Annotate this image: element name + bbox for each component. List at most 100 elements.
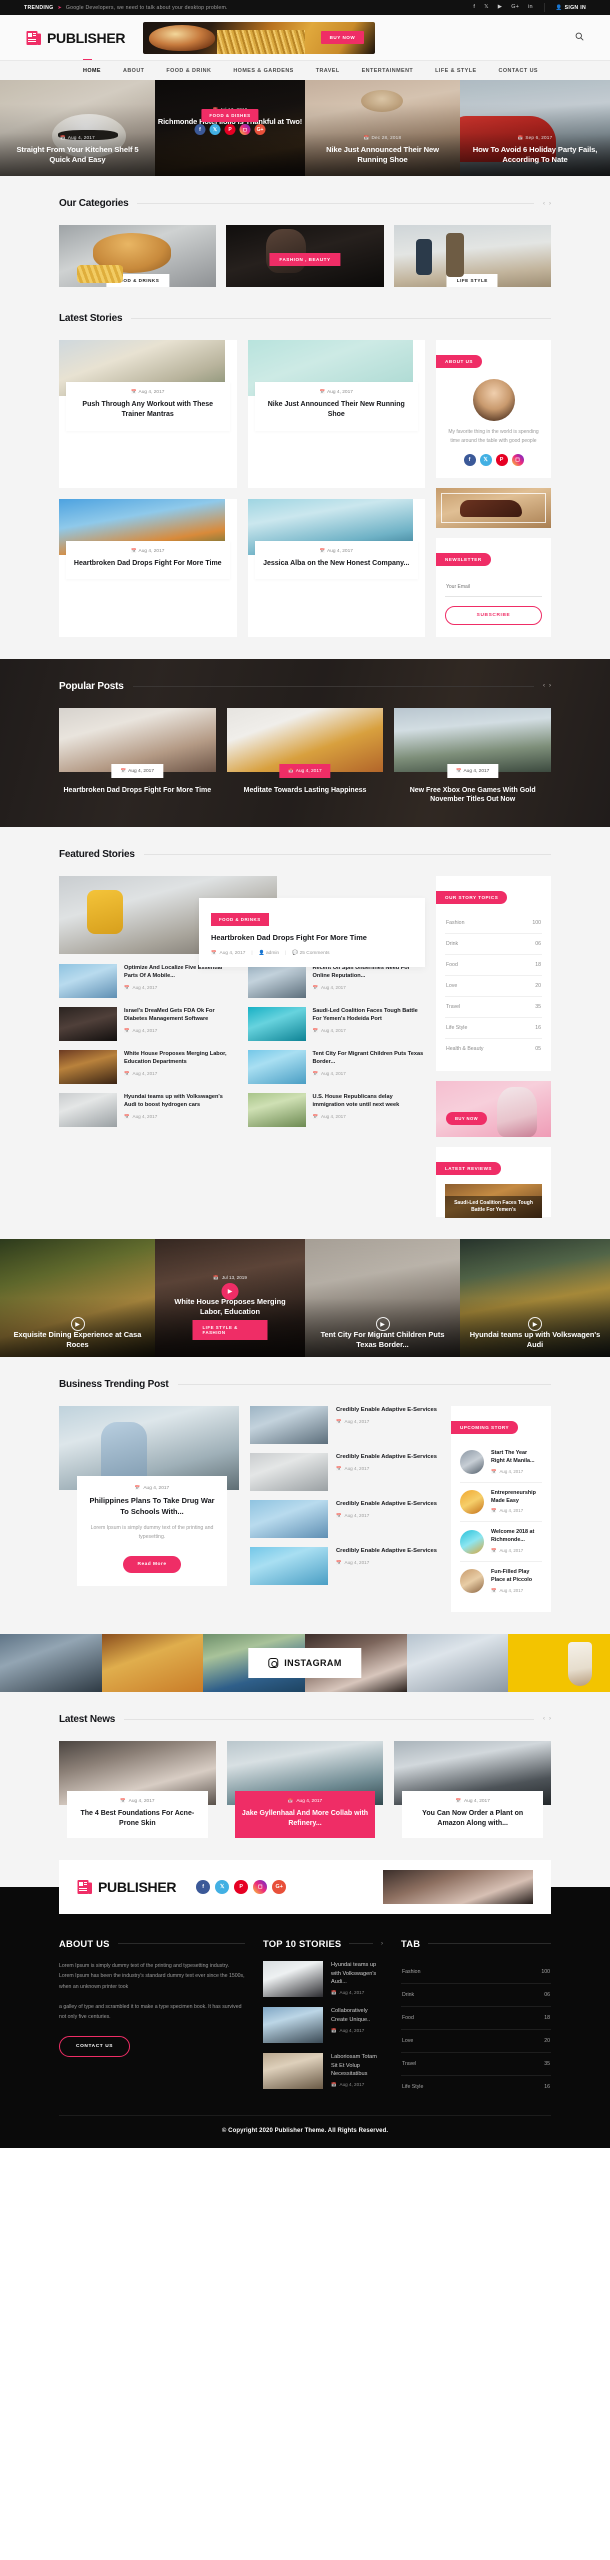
- story-card[interactable]: 📅 Aug 4, 2017 Push Through Any Workout wi…: [59, 340, 237, 488]
- hero-slide-3[interactable]: 📅 Dec 28, 2018 Nike Just Announced Their …: [305, 80, 460, 176]
- site-logo[interactable]: PUBLISHER: [26, 29, 126, 47]
- nav-item-about[interactable]: ABOUT: [112, 68, 155, 74]
- play-icon[interactable]: ▶: [375, 1317, 390, 1332]
- featured-item[interactable]: Israel's DreaMed Gets FDA Ok For Diabete…: [59, 1007, 237, 1042]
- topic-row[interactable]: Drink 06: [445, 934, 542, 956]
- featured-hero[interactable]: FOOD & DRINKS Heartbroken Dad Drops Figh…: [59, 876, 425, 968]
- buy-now-button[interactable]: BUY NOW: [320, 30, 365, 44]
- prev-arrow-icon[interactable]: ‹: [543, 1716, 545, 1722]
- category-card[interactable]: FASHION , BEAUTY: [226, 225, 384, 287]
- featured-item[interactable]: U.S. House Republicans delay immigration…: [247, 1093, 426, 1128]
- twitter-icon[interactable]: 𝕏: [479, 453, 492, 466]
- nav-item-homes-gardens[interactable]: HOMES & GARDENS: [222, 68, 304, 74]
- featured-item[interactable]: Recent Oil Spill Underlines Need For Onl…: [247, 964, 426, 999]
- upcoming-item[interactable]: Fun-Filled Play Place at Piccolo 📅 Aug 4,…: [460, 1562, 542, 1601]
- instagram-photo[interactable]: [0, 1633, 102, 1692]
- topic-row[interactable]: Health & Beauty 05: [445, 1039, 542, 1059]
- video-category-badge[interactable]: LIFE STYLE & FASHION: [192, 1320, 268, 1341]
- instagram-photo[interactable]: [101, 1633, 204, 1692]
- tab-row[interactable]: Love 20: [401, 2030, 551, 2054]
- tab-row[interactable]: Travel 35: [401, 2053, 551, 2077]
- topic-row[interactable]: Travel 35: [445, 997, 542, 1019]
- category-card[interactable]: FOOD & DRINKS: [59, 225, 217, 287]
- topic-row[interactable]: Food 18: [445, 955, 542, 977]
- featured-item[interactable]: Optimize And Localize Five Essential Par…: [59, 964, 237, 999]
- upcoming-item[interactable]: Start The Year Right At Manila... 📅 Aug 4…: [460, 1443, 542, 1483]
- video-card-3[interactable]: ▶ Tent City For Migrant Children Puts Te…: [305, 1239, 460, 1358]
- business-list-item[interactable]: Credibly Enable Adaptive E-Services 📅 Aug…: [250, 1547, 440, 1586]
- sidebar-ad-fashion[interactable]: BUY NOW: [436, 1081, 551, 1138]
- tab-row[interactable]: Food 18: [401, 2007, 551, 2031]
- youtube-icon[interactable]: ▶: [498, 4, 502, 11]
- tab-row[interactable]: Fashion 100: [401, 1961, 551, 1985]
- nav-item-travel[interactable]: TRAVEL: [305, 68, 351, 74]
- topic-row[interactable]: Life Style 16: [445, 1018, 542, 1040]
- newsletter-email-input[interactable]: [445, 579, 542, 597]
- facebook-icon[interactable]: f: [473, 4, 475, 11]
- twitter-icon[interactable]: 𝕏: [484, 4, 489, 11]
- story-card[interactable]: 📅 Aug 4, 2017 Nike Just Announced Their N…: [247, 340, 425, 488]
- hero-slide-1[interactable]: 📅 Aug 4, 2017 Straight From Your Kitchen …: [0, 80, 155, 176]
- buy-now-button[interactable]: BUY NOW: [446, 1112, 487, 1126]
- business-list-item[interactable]: Credibly Enable Adaptive E-Services 📅 Aug…: [250, 1500, 440, 1539]
- nav-item-life-style[interactable]: LIFE & STYLE: [424, 68, 487, 74]
- tab-row[interactable]: Drink 06: [401, 1984, 551, 2008]
- sign-in-button[interactable]: 👤 SIGN IN: [556, 5, 586, 11]
- footer-story-item[interactable]: Hyundai teams up with Volkswagen's Audi.…: [263, 1961, 383, 1998]
- promo-image[interactable]: [383, 1870, 533, 1905]
- news-card[interactable]: 📅 Aug 4, 2017 You Can Now Order a Plant …: [394, 1740, 552, 1839]
- play-icon[interactable]: ▶: [70, 1317, 85, 1332]
- tab-row[interactable]: Life Style 16: [401, 2076, 551, 2098]
- footer-story-item[interactable]: Laboriosam Totam Sit Et Volup Necessitat…: [263, 2053, 383, 2090]
- twitter-icon[interactable]: 𝕏: [215, 1880, 230, 1895]
- news-card[interactable]: 📅 Aug 4, 2017 Jake Gyllenhaal And More C…: [226, 1740, 384, 1839]
- category-badge[interactable]: FOOD & DRINKS: [211, 913, 269, 927]
- video-card-1[interactable]: ▶ Exquisite Dining Experience at Casa Ro…: [0, 1239, 155, 1358]
- search-icon[interactable]: [575, 32, 584, 43]
- footer-logo[interactable]: PUBLISHER: [77, 1878, 177, 1896]
- facebook-icon[interactable]: f: [196, 1880, 211, 1895]
- story-card[interactable]: 📅 Aug 4, 2017 Heartbroken Dad Drops Fight…: [59, 498, 237, 637]
- instagram-icon[interactable]: ◻: [253, 1880, 268, 1895]
- pinterest-icon[interactable]: P: [234, 1880, 249, 1895]
- hero-slide-2[interactable]: 📅Jul 13, 2019 Richmonde Hotel Iloilo is …: [155, 80, 305, 176]
- category-card[interactable]: LIFE STYLE: [393, 225, 551, 287]
- featured-item[interactable]: Hyundai teams up with Volkswagen's Audi …: [59, 1093, 237, 1128]
- upcoming-item[interactable]: Welcome 2018 at Richmonde... 📅 Aug 4, 201…: [460, 1522, 542, 1563]
- nav-item-food-drink[interactable]: FOOD & DRINK: [155, 68, 222, 74]
- featured-item[interactable]: Saudi-Led Coalition Faces Tough Battle F…: [247, 1007, 426, 1042]
- footer-story-item[interactable]: Collaboratively Create Unique.. 📅 Aug 4, …: [263, 2007, 383, 2044]
- business-list-item[interactable]: Credibly Enable Adaptive E-Services 📅 Aug…: [250, 1453, 440, 1492]
- sidebar-ad[interactable]: [436, 487, 551, 528]
- pinterest-icon[interactable]: P: [224, 124, 236, 135]
- twitter-icon[interactable]: 𝕏: [209, 124, 221, 135]
- pinterest-icon[interactable]: P: [495, 453, 508, 466]
- popular-card[interactable]: 📅 Aug 4, 2017 Heartbroken Dad Drops Fight…: [59, 707, 216, 806]
- featured-item[interactable]: Tent City For Migrant Children Puts Texa…: [247, 1050, 426, 1085]
- next-arrow-icon[interactable]: ›: [549, 1716, 551, 1722]
- prev-arrow-icon[interactable]: ‹: [543, 683, 545, 689]
- next-arrow-icon[interactable]: ›: [381, 1941, 383, 1947]
- hero-category-badge[interactable]: FOOD & DISHES: [201, 109, 259, 122]
- nav-item-home[interactable]: HOME: [72, 58, 112, 74]
- next-arrow-icon[interactable]: ›: [549, 683, 551, 689]
- facebook-icon[interactable]: f: [463, 453, 476, 466]
- news-card[interactable]: 📅 Aug 4, 2017 The 4 Best Foundations For…: [59, 1740, 216, 1839]
- instagram-photo[interactable]: [406, 1633, 509, 1692]
- business-list-item[interactable]: Credibly Enable Adaptive E-Services 📅 Aug…: [250, 1406, 440, 1445]
- google-plus-icon[interactable]: G+: [254, 124, 266, 135]
- hero-slide-4[interactable]: 📅 Sep 6, 2017 How To Avoid 6 Holiday Part…: [460, 80, 610, 176]
- topic-row[interactable]: Fashion 100: [445, 913, 542, 935]
- contact-us-button[interactable]: CONTACT US: [59, 2036, 131, 2058]
- nav-item-entertainment[interactable]: ENTERTAINMENT: [351, 68, 425, 74]
- story-card[interactable]: 📅 Aug 4, 2017 Jessica Alba on the New Hon…: [247, 498, 425, 637]
- instagram-icon[interactable]: ◻: [239, 124, 251, 135]
- business-main-card[interactable]: 📅 Aug 4, 2017 Philippines Plans To Take …: [59, 1406, 239, 1612]
- next-arrow-icon[interactable]: ›: [549, 201, 551, 207]
- popular-card[interactable]: 📅 Aug 4, 2017 Meditate Towards Lasting Ha…: [226, 707, 384, 806]
- instagram-badge[interactable]: INSTAGRAM: [248, 1647, 362, 1678]
- instagram-photo[interactable]: [508, 1633, 610, 1692]
- facebook-icon[interactable]: f: [194, 124, 206, 135]
- google-plus-icon[interactable]: G+: [511, 4, 519, 11]
- video-card-2[interactable]: 📅 Jul 13, 2019 ▶ White House Proposes Me…: [155, 1239, 305, 1358]
